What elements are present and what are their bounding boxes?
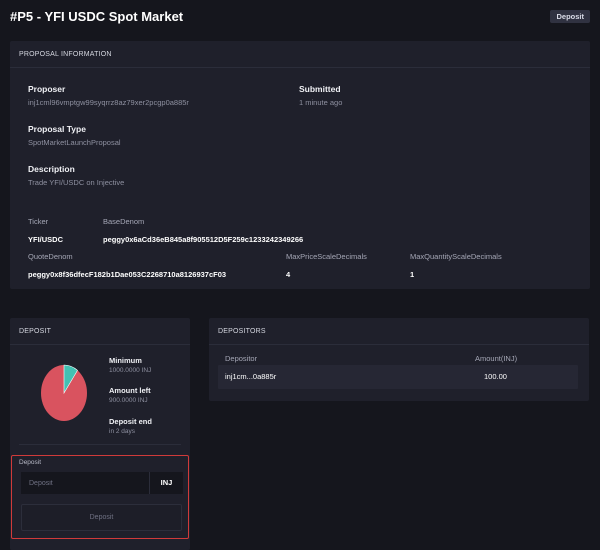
- proposal-info-title: PROPOSAL INFORMATION: [10, 41, 590, 68]
- max-price-field: MaxPriceScaleDecimals 4: [286, 252, 367, 279]
- minimum-value: 1000.0000 INJ: [109, 367, 152, 374]
- depositor-address: inj1cm...0a885r: [225, 372, 277, 381]
- minimum-label: Minimum: [109, 356, 142, 365]
- depositor-amount: 100.00: [484, 372, 507, 381]
- base-denom-value: peggy0x6aCd36eB845a8f905512D5F259c123324…: [103, 235, 304, 244]
- deposit-end-value: in 2 days: [109, 428, 136, 435]
- proposal-type-label: Proposal Type: [28, 124, 86, 134]
- deposit-pie-chart: [40, 364, 88, 422]
- proposal-info-card: PROPOSAL INFORMATION Proposer inj1cml96v…: [10, 41, 590, 289]
- deposit-button[interactable]: Deposit: [21, 504, 182, 531]
- proposal-type-field: Proposal Type SpotMarketLaunchProposal: [28, 124, 121, 147]
- base-denom-label: BaseDenom: [103, 217, 145, 226]
- proposer-label: Proposer: [28, 84, 66, 94]
- max-qty-label: MaxQuantityScaleDecimals: [410, 252, 502, 261]
- column-header-amount: Amount(INJ): [475, 354, 518, 363]
- page-header: #P5 - YFI USDC Spot Market Deposit: [10, 8, 590, 24]
- description-value: Trade YFI/USDC on Injective: [28, 178, 125, 187]
- max-price-value: 4: [286, 270, 291, 279]
- amount-left-label: Amount left: [109, 386, 151, 395]
- proposer-address: inj1cml96vmptgw99syqrrz8az79xer2pcgp0a88…: [28, 98, 189, 107]
- description-label: Description: [28, 164, 75, 174]
- deposit-end-stat: Deposit end in 2 days: [109, 417, 152, 435]
- depositors-title: DEPOSITORS: [209, 318, 589, 345]
- depositors-card: DEPOSITORS Depositor Amount(INJ) inj1cm.…: [209, 318, 589, 401]
- ticker-label: Ticker: [28, 217, 49, 226]
- description-field: Description Trade YFI/USDC on Injective: [28, 164, 124, 187]
- quote-denom-value: peggy0x8f36dfecF182b1Dae053C2268710a8126…: [28, 270, 227, 279]
- amount-left-stat: Amount left 900.0000 INJ: [109, 386, 151, 404]
- max-price-label: MaxPriceScaleDecimals: [286, 252, 367, 261]
- page-title: #P5 - YFI USDC Spot Market: [10, 8, 184, 24]
- minimum-stat: Minimum 1000.0000 INJ: [109, 356, 151, 374]
- max-qty-field: MaxQuantityScaleDecimals 1: [410, 252, 502, 279]
- table-row: inj1cm...0a885r 100.00: [218, 365, 578, 389]
- column-header-depositor: Depositor: [225, 354, 258, 363]
- quote-denom-label: QuoteDenom: [28, 252, 73, 261]
- status-badge: Deposit: [550, 9, 590, 23]
- ticker-field: Ticker YFI/USDC: [28, 217, 63, 244]
- submitted-value: 1 minute ago: [299, 98, 343, 107]
- deposit-title: DEPOSIT: [10, 318, 190, 345]
- deposit-end-label: Deposit end: [109, 417, 152, 426]
- deposit-divider: [19, 444, 181, 445]
- quote-denom-field: QuoteDenom peggy0x8f36dfecF182b1Dae053C2…: [28, 252, 226, 279]
- proposer-field: Proposer inj1cml96vmptgw99syqrrz8az79xer…: [28, 84, 189, 107]
- deposit-form: Deposit INJ Deposit: [11, 455, 189, 539]
- submitted-field: Submitted 1 minute ago: [299, 84, 342, 107]
- proposal-type-value: SpotMarketLaunchProposal: [28, 138, 121, 147]
- max-qty-value: 1: [410, 270, 415, 279]
- deposit-amount-input[interactable]: [21, 472, 149, 494]
- amount-left-value: 900.0000 INJ: [109, 397, 148, 404]
- deposit-unit: INJ: [149, 472, 183, 494]
- base-denom-field: BaseDenom peggy0x6aCd36eB845a8f905512D5F…: [103, 217, 303, 244]
- ticker-value: YFI/USDC: [28, 235, 64, 244]
- deposit-input-label: Deposit: [19, 459, 42, 466]
- submitted-label: Submitted: [299, 84, 341, 94]
